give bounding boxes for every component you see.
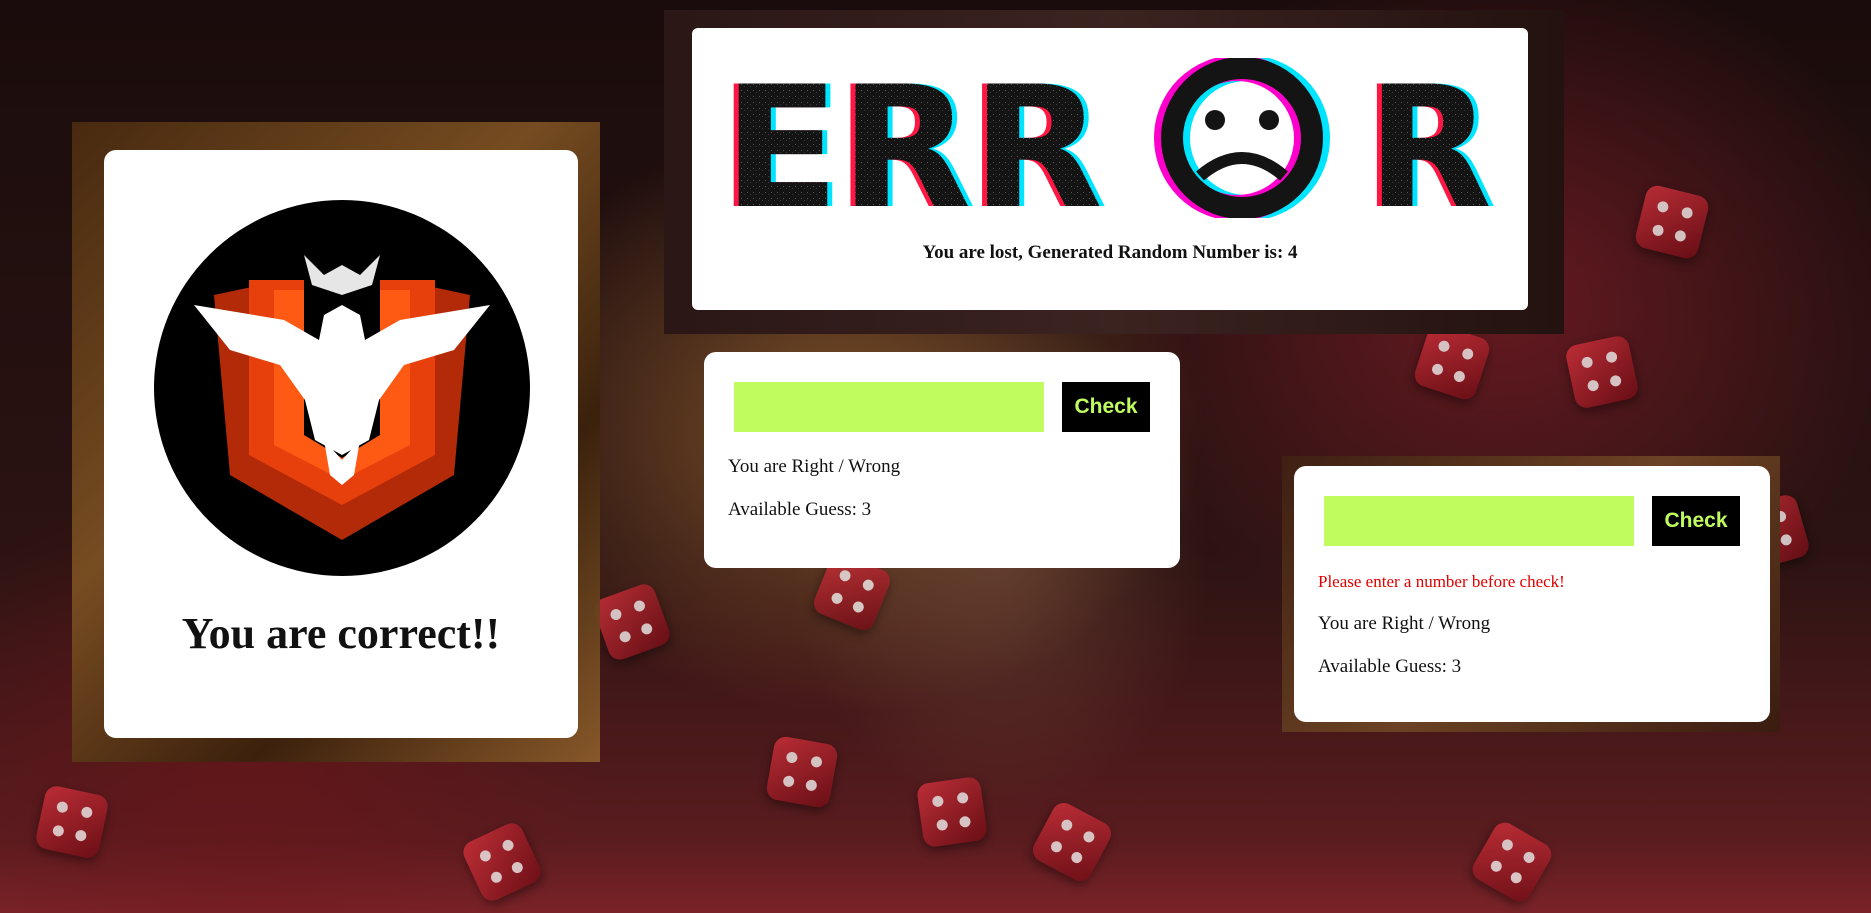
dice-decoration — [764, 734, 840, 810]
error-card: ERR ERR ERR R R R You are lost, Generate… — [692, 28, 1528, 310]
sad-face-icon — [1154, 58, 1330, 218]
dice-decoration — [1564, 334, 1640, 410]
eagle-emblem-icon — [154, 200, 530, 576]
dice-decoration — [915, 775, 989, 849]
error-word-main: ERR — [723, 58, 1103, 218]
warning-text: Please enter a number before check! — [1318, 572, 1565, 591]
check-button[interactable]: Check — [1652, 496, 1740, 546]
guess-card-with-warning: Check Please enter a number before check… — [1294, 466, 1770, 722]
error-word-main-r: R — [1367, 58, 1492, 218]
error-message: You are lost, Generated Random Number is… — [922, 242, 1298, 263]
check-button[interactable]: Check — [1062, 382, 1150, 432]
result-text: You are Right / Wrong — [1318, 613, 1491, 634]
eagle-emblem-graphic — [194, 255, 490, 540]
guess-input[interactable] — [1324, 496, 1634, 546]
error-graphic: ERR ERR ERR R R R — [722, 58, 1497, 218]
dice-decoration — [590, 580, 674, 664]
dice-decoration — [34, 784, 110, 860]
dice-decoration — [459, 819, 545, 905]
success-card: You are correct!! — [104, 150, 578, 738]
dice-decoration — [1468, 818, 1556, 906]
available-guess-text: Available Guess: 3 — [728, 499, 872, 520]
dice-decoration — [1028, 798, 1116, 886]
dice-decoration — [1633, 183, 1711, 261]
guess-card: Check You are Right / Wrong Available Gu… — [704, 352, 1180, 568]
result-text: You are Right / Wrong — [728, 456, 901, 477]
success-message: You are correct!! — [181, 609, 501, 658]
guess-input[interactable] — [734, 382, 1044, 432]
available-guess-text: Available Guess: 3 — [1318, 656, 1462, 677]
